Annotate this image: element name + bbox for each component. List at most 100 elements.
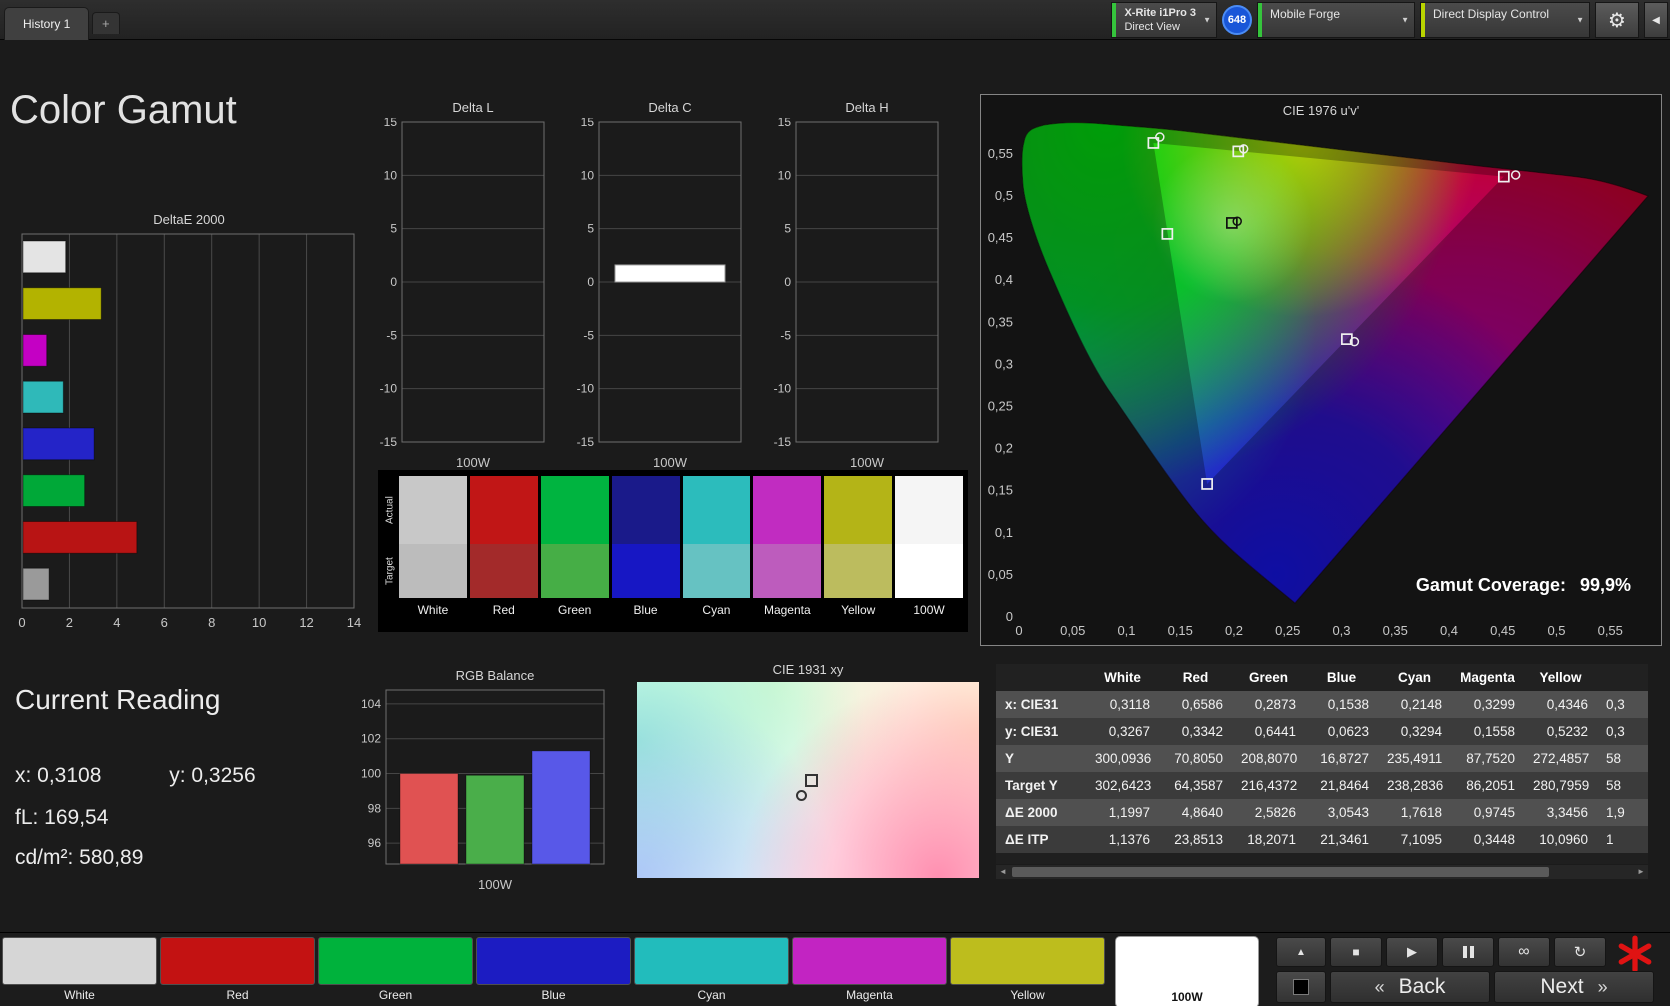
svg-text:14: 14 <box>347 615 361 630</box>
chevron-down-icon: ▼ <box>1203 15 1211 25</box>
svg-text:0: 0 <box>18 615 25 630</box>
target-swatch <box>399 544 467 598</box>
table-cell: 300,0936 <box>1086 745 1159 772</box>
tab-history-1[interactable]: History 1 <box>4 7 90 40</box>
table-cell: 0,3299 <box>1451 691 1524 718</box>
source-dropdown[interactable]: Mobile Forge ▼ <box>1257 2 1415 38</box>
current-reading-fl: fL: 169,54 <box>15 806 109 829</box>
svg-text:5: 5 <box>587 222 594 236</box>
pattern-button-cyan[interactable]: Cyan <box>634 937 789 1003</box>
back-label: Back <box>1398 975 1446 998</box>
table-cell: 238,2836 <box>1378 772 1451 799</box>
gamut-coverage-readout: Gamut Coverage: 99,9% <box>1416 575 1631 596</box>
svg-text:15: 15 <box>384 118 398 129</box>
delta-h-chart-panel: Delta H 15 10 5 0 -5 -10 -15 100W <box>766 100 942 470</box>
svg-text:0,1: 0,1 <box>995 525 1013 540</box>
target-swatch <box>753 544 822 598</box>
pattern-swatch <box>634 937 789 985</box>
svg-text:10: 10 <box>778 168 792 182</box>
comparison-column-100w: 100W <box>895 476 963 632</box>
table-cell: 21,8464 <box>1305 772 1378 799</box>
pattern-button-magenta[interactable]: Magenta <box>792 937 947 1003</box>
next-button[interactable]: Next » <box>1494 971 1654 1003</box>
svg-text:0,3: 0,3 <box>1332 623 1350 638</box>
svg-text:5: 5 <box>784 222 791 236</box>
table-row-label: y: CIE31 <box>996 718 1086 745</box>
comparison-columns: White Red Green Blue Cyan Magenta Yellow 100W <box>399 476 963 632</box>
swatch-label: Green <box>558 603 592 617</box>
settings-gear-button[interactable]: ⚙ <box>1595 2 1639 38</box>
table-column-header: Magenta <box>1451 664 1524 691</box>
table-cell: 0,3267 <box>1086 718 1159 745</box>
pattern-button-100w[interactable]: 100W <box>1116 937 1258 1006</box>
pause-button[interactable] <box>1442 937 1494 967</box>
scroll-right-arrow-icon[interactable]: ► <box>1634 865 1648 879</box>
pause-icon <box>1462 946 1467 958</box>
scroll-left-arrow-icon[interactable]: ◄ <box>996 865 1010 879</box>
swatch-label: White <box>417 603 449 617</box>
display-control-name: Direct Display Control <box>1433 7 1550 21</box>
back-button[interactable]: « Back <box>1330 971 1490 1003</box>
actual-swatch <box>540 476 609 544</box>
target-swatch <box>469 544 538 598</box>
table-cell: 0,6441 <box>1232 718 1305 745</box>
pattern-button-green[interactable]: Green <box>318 937 473 1003</box>
svg-text:0: 0 <box>587 275 594 289</box>
table-horizontal-scrollbar[interactable]: ◄ ► <box>996 865 1648 879</box>
table-cell: 16,8727 <box>1305 745 1378 772</box>
svg-text:0,5: 0,5 <box>995 188 1013 203</box>
svg-text:6: 6 <box>161 615 168 630</box>
deltae2000-chart: 0 2 4 6 8 10 12 14 <box>18 233 361 630</box>
actual-swatch <box>611 476 680 544</box>
comparison-column-blue: Blue <box>611 476 680 632</box>
plus-icon: + <box>102 16 110 31</box>
svg-text:0,4: 0,4 <box>995 272 1013 287</box>
pattern-button-white[interactable]: White <box>2 937 157 1003</box>
svg-text:10: 10 <box>384 168 398 182</box>
pattern-button-red[interactable]: Red <box>160 937 315 1003</box>
pattern-up-button[interactable]: ▲ <box>1276 937 1326 967</box>
svg-text:0,1: 0,1 <box>1117 623 1135 638</box>
collapse-panel-button[interactable]: ◀ <box>1644 2 1668 38</box>
svg-text:0,35: 0,35 <box>988 314 1013 329</box>
table-row-label: Y <box>996 745 1086 772</box>
table-cell: 3,0543 <box>1305 799 1378 826</box>
deltae2000-chart-panel: DeltaE 2000 0 2 4 6 8 10 12 14 <box>16 212 362 639</box>
svg-text:0,25: 0,25 <box>1275 623 1300 638</box>
play-icon: ▶ <box>1407 944 1417 959</box>
table-cell: 3,3456 <box>1524 799 1597 826</box>
comparison-column-cyan: Cyan <box>682 476 751 632</box>
x-axis-label: 100W <box>478 877 512 892</box>
svg-text:2: 2 <box>66 615 73 630</box>
table-cell: 1 <box>1597 826 1648 853</box>
table-cell: 0,2148 <box>1378 691 1451 718</box>
new-tab-button[interactable]: + <box>92 12 120 34</box>
attention-asterisk-icon[interactable] <box>1616 935 1654 973</box>
pattern-label: Red <box>226 988 249 1002</box>
table-cell: 18,2071 <box>1232 826 1305 853</box>
pattern-swatch <box>950 937 1105 985</box>
meter-count-badge[interactable]: 648 <box>1222 5 1252 35</box>
scrollbar-thumb[interactable] <box>1012 867 1549 877</box>
pattern-button-blue[interactable]: Blue <box>476 937 631 1003</box>
pattern-button-yellow[interactable]: Yellow <box>950 937 1105 1003</box>
display-control-dropdown[interactable]: Direct Display Control ▼ <box>1420 2 1590 38</box>
chevron-down-icon: ▼ <box>1401 15 1409 25</box>
rgb-balance-chart-panel: RGB Balance 104 102 100 98 96 100W <box>352 668 610 892</box>
table-cell: 0,3448 <box>1451 826 1524 853</box>
svg-text:4: 4 <box>113 615 120 630</box>
stop-button[interactable]: ■ <box>1330 937 1382 967</box>
play-button[interactable]: ▶ <box>1386 937 1438 967</box>
blackout-pattern-button[interactable] <box>1276 971 1326 1003</box>
loop-button[interactable]: ∞ <box>1498 937 1550 967</box>
table-row-label: ΔE 2000 <box>996 799 1086 826</box>
actual-swatch <box>824 476 893 544</box>
meter-dropdown[interactable]: X-Rite i1Pro 3 Direct View ▼ <box>1111 2 1217 38</box>
meter-mode: Direct View <box>1124 21 1180 33</box>
display-control-status-indicator <box>1421 3 1425 37</box>
delta-l-chart-panel: Delta L 15 10 5 0 -5 -10 -15 100W <box>372 100 548 470</box>
svg-text:102: 102 <box>361 732 381 746</box>
refresh-button[interactable]: ↻ <box>1554 937 1606 967</box>
delta-c-chart: 15 10 5 0 -5 -10 -15 <box>577 115 742 449</box>
scrollbar-track[interactable] <box>1010 866 1634 878</box>
